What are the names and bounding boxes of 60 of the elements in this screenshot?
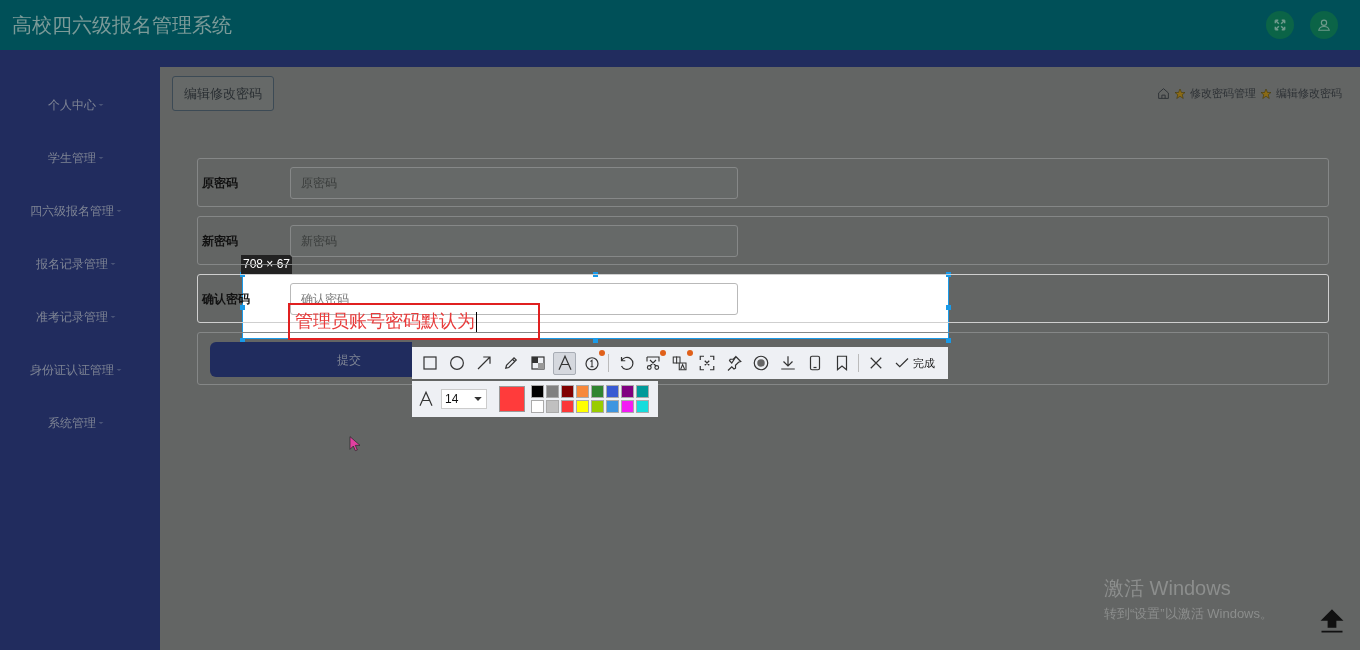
numbered-circle-icon	[582, 354, 601, 372]
crop-text-icon	[697, 354, 716, 372]
font-size-dropdown[interactable]: 14	[441, 389, 487, 409]
sidebar-item[interactable]: 身份证认证管理	[0, 343, 156, 396]
star-icon	[1260, 87, 1272, 100]
letter-icon	[555, 354, 574, 372]
user-button[interactable]	[1310, 11, 1338, 39]
caret-icon	[116, 366, 122, 373]
expand-icon	[1273, 18, 1287, 32]
edit-password-tab[interactable]: 编辑修改密码	[172, 76, 274, 111]
color-swatch[interactable]	[561, 400, 574, 413]
current-color-swatch[interactable]	[499, 386, 525, 412]
translate-icon	[670, 354, 689, 372]
caret-icon	[98, 154, 104, 161]
sidebar-item[interactable]: 学生管理	[0, 131, 156, 184]
scissors-icon	[643, 354, 662, 372]
square-icon	[420, 354, 439, 372]
color-swatch[interactable]	[531, 385, 544, 398]
color-swatch[interactable]	[636, 400, 649, 413]
sidebar-item[interactable]: 报名记录管理	[0, 237, 156, 290]
sidebar-item[interactable]: 系统管理	[0, 396, 156, 449]
download-icon	[778, 354, 797, 372]
color-swatch[interactable]	[591, 385, 604, 398]
back-to-top-icon[interactable]	[1318, 607, 1346, 635]
color-swatch[interactable]	[591, 400, 604, 413]
color-swatch[interactable]	[621, 385, 634, 398]
record-icon	[751, 354, 770, 372]
color-swatch[interactable]	[636, 385, 649, 398]
color-swatch[interactable]	[546, 400, 559, 413]
caret-icon	[116, 207, 122, 214]
color-swatch[interactable]	[606, 400, 619, 413]
field-label: 新密码	[202, 232, 239, 250]
color-swatch[interactable]	[576, 385, 589, 398]
sidebar-item[interactable]: 准考记录管理	[0, 290, 156, 343]
circle-icon	[447, 354, 466, 372]
color-swatch[interactable]	[561, 385, 574, 398]
home-icon[interactable]	[1157, 87, 1170, 100]
fullscreen-button[interactable]	[1266, 11, 1294, 39]
color-swatch[interactable]	[531, 400, 544, 413]
user-icon	[1317, 18, 1331, 32]
letter-icon	[417, 390, 435, 408]
annotation-text[interactable]: 管理员账号密码默认为	[288, 303, 540, 340]
tool-button[interactable]	[553, 351, 576, 375]
app-title: 高校四六级报名管理系统	[12, 13, 232, 38]
field-label: 原密码	[202, 174, 239, 192]
caret-icon	[98, 101, 104, 108]
color-swatch[interactable]	[621, 400, 634, 413]
submit-button[interactable]: 提交	[210, 342, 412, 377]
color-swatch[interactable]	[606, 385, 619, 398]
sidebar-item[interactable]: 个人中心	[0, 78, 156, 131]
color-swatch[interactable]	[546, 385, 559, 398]
star-icon	[1174, 87, 1186, 100]
checker-icon	[528, 354, 547, 372]
sidebar-item[interactable]: 四六级报名管理	[0, 184, 156, 237]
done-button[interactable]: 完成	[893, 354, 935, 372]
caret-icon	[473, 394, 483, 404]
caret-icon	[110, 260, 116, 267]
color-swatch[interactable]	[576, 400, 589, 413]
caret-icon	[110, 313, 116, 320]
caret-icon	[98, 419, 104, 426]
